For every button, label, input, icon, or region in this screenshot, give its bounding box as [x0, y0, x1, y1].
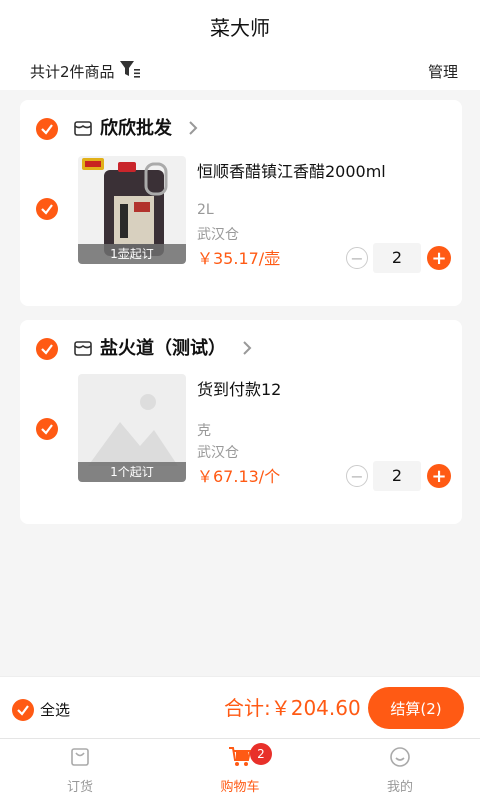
product-warehouse: 武汉仓	[197, 227, 239, 243]
shop-icon	[73, 338, 93, 362]
tab-cart[interactable]: 购物车 2	[180, 739, 300, 800]
product-warehouse: 武汉仓	[197, 445, 239, 461]
bottom-tab-bar: 订货 购物车 2 我的	[0, 738, 480, 800]
shop-name[interactable]: 盐火道（测试）	[100, 334, 226, 364]
product-name[interactable]: 货到付款12	[197, 376, 281, 400]
decrease-quantity-button[interactable]: −	[346, 247, 368, 269]
select-all-checkbox[interactable]	[12, 699, 34, 721]
total-amount: 合计:￥204.60	[224, 696, 361, 720]
shop-card: 欣欣批发 1壶起订 恒顺香醋镇江香醋2000ml 2L 武汉仓 ￥35.17/壶…	[20, 100, 462, 306]
product-name[interactable]: 恒顺香醋镇江香醋2000ml	[197, 158, 386, 182]
increase-quantity-button[interactable]: +	[427, 464, 451, 488]
tab-profile[interactable]: 我的	[340, 739, 460, 800]
shop-icon	[73, 118, 93, 142]
cart-count-text: 共计2件商品	[30, 62, 115, 81]
cart-count-badge: 2	[250, 743, 272, 765]
item-select-checkbox[interactable]	[36, 418, 58, 440]
shop-name[interactable]: 欣欣批发	[100, 114, 172, 144]
bag-icon	[69, 746, 91, 772]
select-all-label[interactable]: 全选	[40, 699, 70, 721]
tab-label: 购物车	[220, 779, 260, 795]
shop-select-checkbox[interactable]	[36, 338, 58, 360]
decrease-quantity-button[interactable]: −	[346, 465, 368, 487]
cart-count: 共计2件商品	[30, 59, 141, 83]
shop-select-checkbox[interactable]	[36, 118, 58, 140]
checkout-button[interactable]: 结算(2)	[368, 687, 464, 729]
cart-icon	[228, 746, 252, 772]
manage-button[interactable]: 管理	[428, 61, 458, 82]
tab-order[interactable]: 订货	[20, 739, 140, 800]
quantity-input[interactable]: 2	[373, 243, 421, 273]
tab-label: 订货	[66, 779, 93, 795]
chevron-right-icon[interactable]	[242, 340, 252, 360]
smiley-icon	[389, 746, 411, 772]
min-order-label: 1壶起订	[78, 244, 186, 264]
product-spec: 2L	[197, 202, 214, 218]
product-thumbnail[interactable]: 1壶起订	[78, 156, 186, 264]
increase-quantity-button[interactable]: +	[427, 246, 451, 270]
chevron-right-icon[interactable]	[188, 120, 198, 140]
app-title: 菜大师	[210, 15, 270, 40]
product-thumbnail[interactable]: 1个起订	[78, 374, 186, 482]
tab-label: 我的	[386, 779, 413, 795]
product-price: ￥67.13/个	[197, 467, 281, 486]
cart-summary-bar: 共计2件商品 管理	[0, 52, 480, 90]
shop-card: 盐火道（测试） 1个起订 货到付款12 克 武汉仓 ￥67.13/个 − 2 +	[20, 320, 462, 524]
quantity-input[interactable]: 2	[373, 461, 421, 491]
item-select-checkbox[interactable]	[36, 198, 58, 220]
product-spec: 克	[197, 423, 211, 439]
min-order-label: 1个起订	[78, 462, 186, 482]
app-title-bar: 菜大师	[0, 0, 480, 52]
filter-icon[interactable]	[119, 59, 141, 83]
product-price: ￥35.17/壶	[197, 249, 281, 268]
checkout-bar: 全选 合计:￥204.60 结算(2)	[0, 676, 480, 738]
